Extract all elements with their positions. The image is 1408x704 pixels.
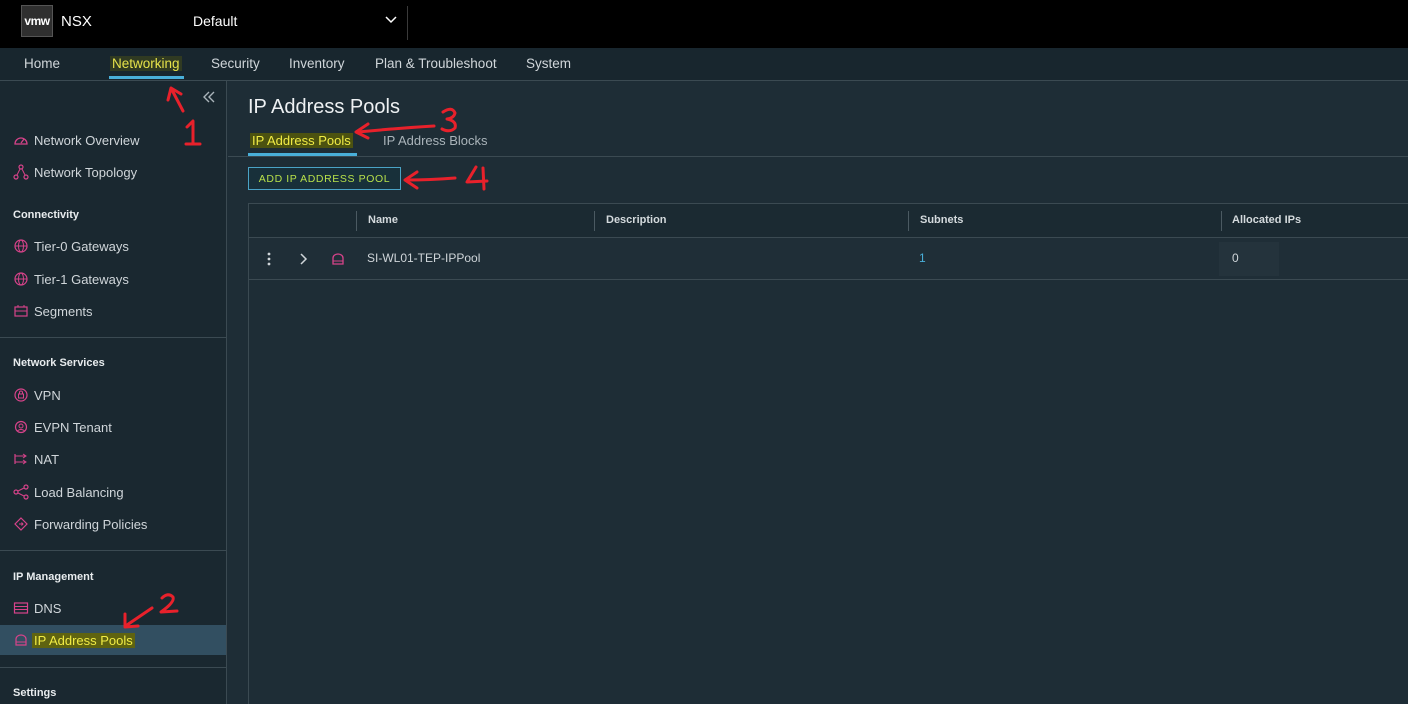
sidebar-item-label: Network Topology — [34, 164, 138, 180]
tab-inventory[interactable]: Inventory — [289, 56, 345, 71]
chevron-right-icon[interactable] — [298, 252, 308, 266]
vmware-logo[interactable]: vmw — [21, 5, 53, 37]
tab-security[interactable]: Security — [211, 56, 260, 71]
sidebar-item-label: Tier-0 Gateways — [34, 238, 129, 254]
collapse-icon[interactable] — [201, 89, 217, 105]
load-balancer-icon — [13, 484, 29, 500]
sidebar-item-label: Tier-1 Gateways — [34, 271, 129, 287]
column-header-subnets[interactable]: Subnets — [920, 214, 963, 226]
allocated-ips-cell — [1219, 242, 1279, 276]
sidebar-item-network-overview[interactable]: Network Overview — [0, 125, 226, 155]
dns-icon — [13, 602, 29, 614]
sidebar-item-evpn-tenant[interactable]: EVPN Tenant — [0, 412, 226, 442]
section-header-connectivity: Connectivity — [13, 209, 80, 221]
section-header-ip-management: IP Management — [13, 571, 94, 583]
main-nav: Home Networking Security Inventory Plan … — [0, 48, 1408, 81]
ip-pool-grid: Name Description Subnets Allocated IPs S… — [248, 203, 1408, 704]
divider — [228, 156, 1408, 157]
pool-subnets-link[interactable]: 1 — [919, 251, 926, 265]
sidebar-item-label: Load Balancing — [34, 484, 124, 500]
pool-name[interactable]: SI-WL01-TEP-IPPool — [367, 251, 480, 265]
annotation-mark — [465, 165, 489, 191]
column-header-description[interactable]: Description — [606, 214, 667, 226]
active-tab-indicator — [109, 76, 184, 79]
evpn-icon — [14, 420, 28, 434]
project-selector[interactable]: Default — [193, 13, 237, 29]
column-separator — [908, 211, 909, 231]
nat-icon — [14, 453, 27, 465]
pool-allocated-ips: 0 — [1232, 251, 1239, 265]
sidebar-item-label: Network Overview — [34, 132, 140, 148]
divider — [0, 337, 226, 338]
table-row[interactable]: SI-WL01-TEP-IPPool 1 0 — [249, 238, 1408, 280]
segment-icon — [14, 305, 28, 317]
subtab-ip-address-pools[interactable]: IP Address Pools — [250, 133, 353, 148]
column-header-allocated-ips[interactable]: Allocated IPs — [1232, 214, 1301, 226]
annotation-arrow — [405, 176, 457, 182]
divider — [0, 667, 226, 668]
annotation-mark — [440, 107, 457, 133]
annotation-arrowhead — [354, 122, 370, 140]
sidebar-item-label: Segments — [34, 303, 93, 319]
column-header-name[interactable]: Name — [368, 214, 398, 226]
add-ip-address-pool-button[interactable]: ADD IP ADDRESS POOL — [248, 167, 401, 190]
column-separator — [356, 211, 357, 231]
sidebar-item-label: IP Address Pools — [32, 632, 135, 648]
globe-icon — [14, 239, 28, 253]
column-separator — [594, 211, 595, 231]
sidebar-item-load-balancing[interactable]: Load Balancing — [0, 477, 226, 507]
topology-icon — [13, 164, 29, 180]
sidebar-item-label: NAT — [34, 451, 60, 467]
forwarding-icon — [14, 517, 28, 531]
tab-networking[interactable]: Networking — [110, 56, 182, 71]
tab-system[interactable]: System — [526, 56, 571, 71]
tab-plan-troubleshoot[interactable]: Plan & Troubleshoot — [375, 56, 497, 71]
sidebar: Network Overview Network Topology Connec… — [0, 81, 227, 704]
section-header-settings: Settings — [13, 687, 57, 699]
chevron-down-icon[interactable] — [385, 12, 397, 28]
gauge-icon — [14, 137, 28, 145]
grid-header: Name Description Subnets Allocated IPs — [249, 204, 1408, 238]
globe-icon — [14, 272, 28, 286]
sidebar-item-label: Forwarding Policies — [34, 516, 148, 532]
subtab-ip-address-blocks[interactable]: IP Address Blocks — [383, 133, 488, 148]
column-separator — [1221, 211, 1222, 231]
sidebar-item-ip-address-pools[interactable]: IP Address Pools — [0, 625, 226, 655]
sidebar-item-forwarding-policies[interactable]: Forwarding Policies — [0, 509, 226, 539]
sidebar-item-network-topology[interactable]: Network Topology — [0, 157, 226, 187]
annotation-arrowhead — [403, 170, 419, 190]
sidebar-item-vpn[interactable]: VPN — [0, 380, 226, 410]
more-actions-icon[interactable] — [265, 251, 273, 267]
sidebar-item-tier0-gateways[interactable]: Tier-0 Gateways — [0, 231, 226, 261]
divider — [407, 6, 408, 40]
sidebar-item-dns[interactable]: DNS — [0, 593, 226, 623]
annotation-arrow — [356, 124, 436, 134]
vpn-icon — [14, 388, 28, 402]
sidebar-item-nat[interactable]: NAT — [0, 444, 226, 474]
sidebar-item-tier1-gateways[interactable]: Tier-1 Gateways — [0, 264, 226, 294]
app-name: NSX — [61, 13, 92, 30]
sidebar-item-segments[interactable]: Segments — [0, 296, 226, 326]
sidebar-item-label: EVPN Tenant — [34, 419, 112, 435]
tab-home[interactable]: Home — [24, 56, 60, 71]
ip-pool-icon — [332, 253, 344, 265]
sidebar-item-label: VPN — [34, 387, 61, 403]
section-header-network-services: Network Services — [13, 357, 105, 369]
sidebar-item-label: DNS — [34, 600, 62, 616]
divider — [0, 550, 226, 551]
page-title: IP Address Pools — [248, 96, 400, 118]
top-bar: vmw NSX Default — [0, 0, 1408, 48]
ip-pool-icon — [15, 634, 27, 646]
